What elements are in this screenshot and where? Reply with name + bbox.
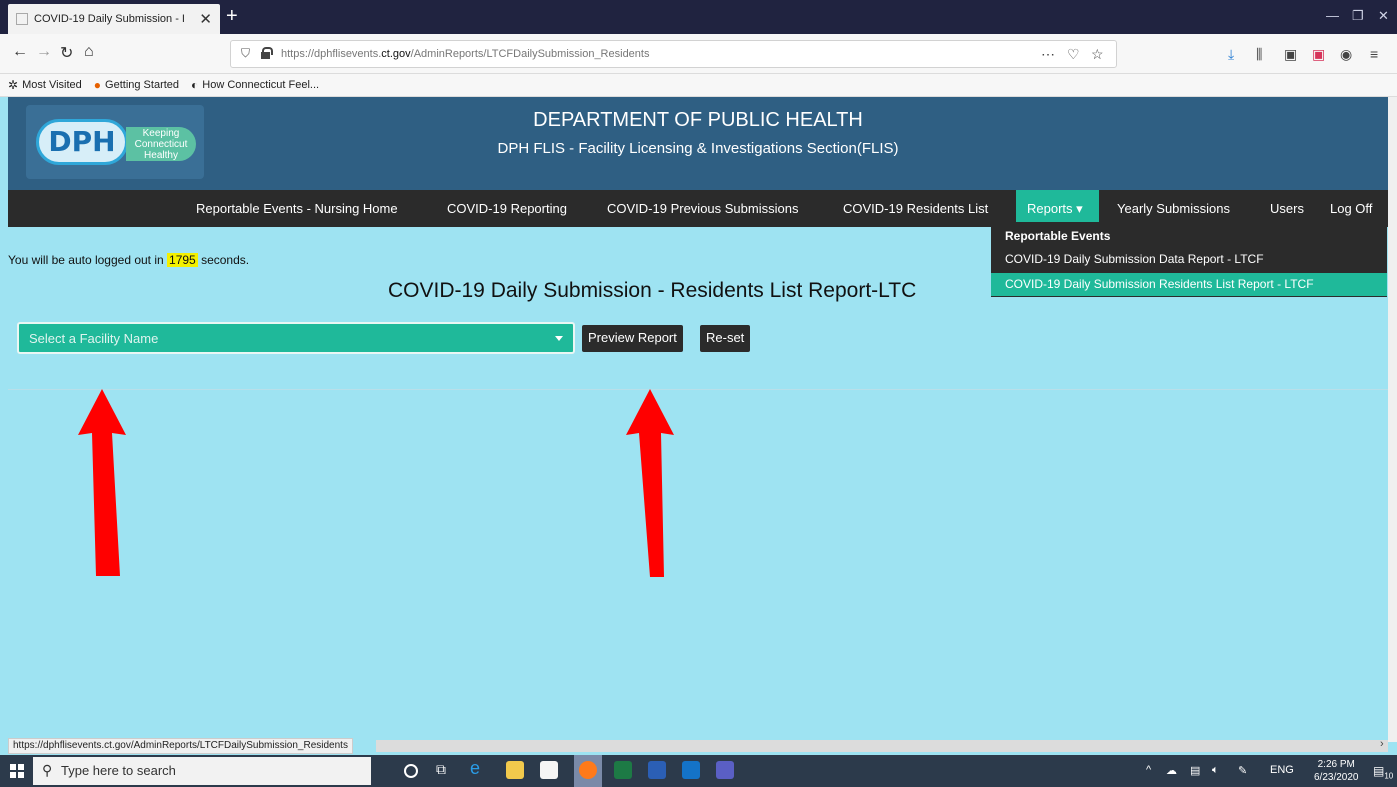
taskbar-search[interactable]: ⚲ Type here to search (33, 757, 371, 785)
annotation-arrow-preview (626, 389, 674, 577)
bookmark-star-icon[interactable]: ☆ (1091, 46, 1104, 63)
pocket-icon[interactable]: ♡ (1067, 46, 1080, 63)
menu-covid-previous[interactable]: COVID-19 Previous Submissions (607, 201, 798, 216)
tray-pen-icon[interactable]: ✎ (1238, 764, 1247, 777)
tray-onedrive-icon[interactable]: ☁ (1166, 764, 1177, 777)
minimize-icon[interactable]: — (1326, 8, 1339, 23)
department-title: DEPARTMENT OF PUBLIC HEALTH (533, 109, 863, 131)
facility-select[interactable]: Select a Facility Name (17, 322, 575, 354)
notification-icon[interactable]: ▤10 (1373, 764, 1393, 780)
edge-icon[interactable]: e (470, 758, 488, 778)
menu-covid-reporting[interactable]: COVID-19 Reporting (447, 201, 567, 216)
lock-icon[interactable] (261, 47, 273, 59)
gear-icon: ✲ (8, 78, 19, 92)
horizontal-scrollbar[interactable] (376, 740, 1388, 752)
logout-seconds: 1795 (167, 253, 198, 267)
bookmark-most-visited[interactable]: ✲ Most Visited (8, 78, 82, 92)
browser-tab[interactable]: COVID-19 Daily Submission - I ✕ (8, 4, 220, 34)
menu-covid-residents[interactable]: COVID-19 Residents List (843, 201, 988, 216)
menu-icon[interactable]: ≡ (1370, 46, 1378, 62)
new-tab-icon[interactable]: + (226, 5, 238, 28)
url-text: https://dphflisevents.ct.gov/AdminReport… (281, 48, 650, 60)
dropdown-residents-list-report[interactable]: COVID-19 Daily Submission Residents List… (991, 273, 1387, 296)
file-explorer-icon[interactable] (506, 761, 524, 779)
sidebar-icon[interactable]: ▣ (1284, 46, 1297, 63)
page-header: DPH Keeping Connecticut Healthy DEPARTME… (8, 97, 1388, 190)
windows-taskbar: ⚲ Type here to search ⧉ e ^ ☁ ▤ 🔈︎ ✎ ENG… (0, 755, 1397, 787)
forward-icon[interactable]: → (36, 43, 52, 61)
divider (8, 389, 1388, 390)
vertical-scrollbar[interactable] (1388, 97, 1397, 742)
chevron-down-icon (555, 336, 563, 341)
store-icon[interactable] (540, 761, 558, 779)
back-icon[interactable]: ← (12, 43, 28, 61)
url-bar[interactable]: ⛉ https://dphflisevents.ct.gov/AdminRepo… (230, 40, 1117, 68)
close-window-icon[interactable]: ✕ (1378, 8, 1389, 24)
home-icon[interactable]: ⌂ (84, 43, 94, 61)
tray-volume-icon[interactable]: 🔈︎ (1212, 764, 1219, 777)
tab-title: COVID-19 Daily Submission - I (34, 13, 185, 25)
page-favicon-icon (16, 13, 28, 25)
reset-button[interactable]: Re-set (700, 325, 751, 352)
bookmarks-bar: ✲ Most Visited ● Getting Started ◐ How Conn… (0, 74, 1397, 97)
reload-icon[interactable]: ↻ (60, 43, 73, 63)
tray-expand-icon[interactable]: ^ (1146, 764, 1151, 776)
browser-tab-bar: COVID-19 Daily Submission - I ✕ + — ❐ ✕ (0, 0, 1397, 34)
browser-nav-bar: ← → ↻ ⌂ ⛉ https://dphflisevents.ct.gov/A… (0, 34, 1397, 74)
menu-users[interactable]: Users (1270, 201, 1304, 216)
teams-icon[interactable] (716, 761, 734, 779)
task-view-icon[interactable]: ⧉ (436, 761, 454, 779)
close-tab-icon[interactable]: ✕ (199, 10, 212, 28)
page-title: COVID-19 Daily Submission - Residents Li… (388, 279, 917, 302)
menu-logoff[interactable]: Log Off (1330, 201, 1372, 216)
site-icon: ◐ (191, 78, 199, 92)
auto-logout-notice: You will be auto logged out in 1795 seco… (8, 253, 250, 267)
firefox-taskbar-icon[interactable] (579, 761, 597, 779)
word-icon[interactable] (648, 761, 666, 779)
excel-icon[interactable] (614, 761, 632, 779)
menu-yearly-submissions[interactable]: Yearly Submissions (1117, 201, 1230, 216)
restore-icon[interactable]: ❐ (1352, 8, 1364, 24)
menu-reportable-events[interactable]: Reportable Events - Nursing Home (196, 201, 398, 216)
dropdown-daily-data-report[interactable]: COVID-19 Daily Submission Data Report - … (991, 248, 1387, 271)
tracking-shield-icon[interactable]: ⛉ (241, 46, 250, 61)
library-icon[interactable]: ⫼ (1256, 46, 1262, 63)
extension-icon[interactable]: ▣ (1312, 46, 1325, 63)
language-indicator[interactable]: ENG (1270, 764, 1294, 776)
annotation-arrow-facility (78, 389, 126, 576)
windows-start-icon[interactable] (10, 764, 24, 778)
page-actions-icon[interactable]: ⋯ (1041, 46, 1055, 63)
reports-dropdown: Reportable Events COVID-19 Daily Submiss… (991, 222, 1387, 297)
account-icon[interactable]: ◉ (1340, 46, 1352, 63)
downloads-icon[interactable]: ⤓ (1228, 46, 1234, 63)
outlook-icon[interactable] (682, 761, 700, 779)
cortana-icon[interactable] (404, 764, 418, 778)
status-url: https://dphflisevents.ct.gov/AdminReport… (8, 738, 353, 754)
taskbar-clock[interactable]: 2:26 PM 6/23/2020 (1314, 758, 1359, 784)
department-subtitle: DPH FLIS - Facility Licensing & Investig… (497, 140, 899, 157)
firefox-icon: ● (93, 78, 102, 92)
bookmark-how-connecticut[interactable]: ◐ How Connecticut Feel... (191, 78, 319, 92)
bookmark-getting-started[interactable]: ● Getting Started (94, 78, 179, 92)
preview-report-button[interactable]: Preview Report (582, 325, 683, 352)
dropdown-reportable-events[interactable]: Reportable Events (991, 225, 1387, 248)
scroll-right-icon[interactable]: › (1380, 738, 1384, 750)
search-icon: ⚲ (42, 762, 53, 778)
tray-network-icon[interactable]: ▤ (1190, 764, 1200, 777)
